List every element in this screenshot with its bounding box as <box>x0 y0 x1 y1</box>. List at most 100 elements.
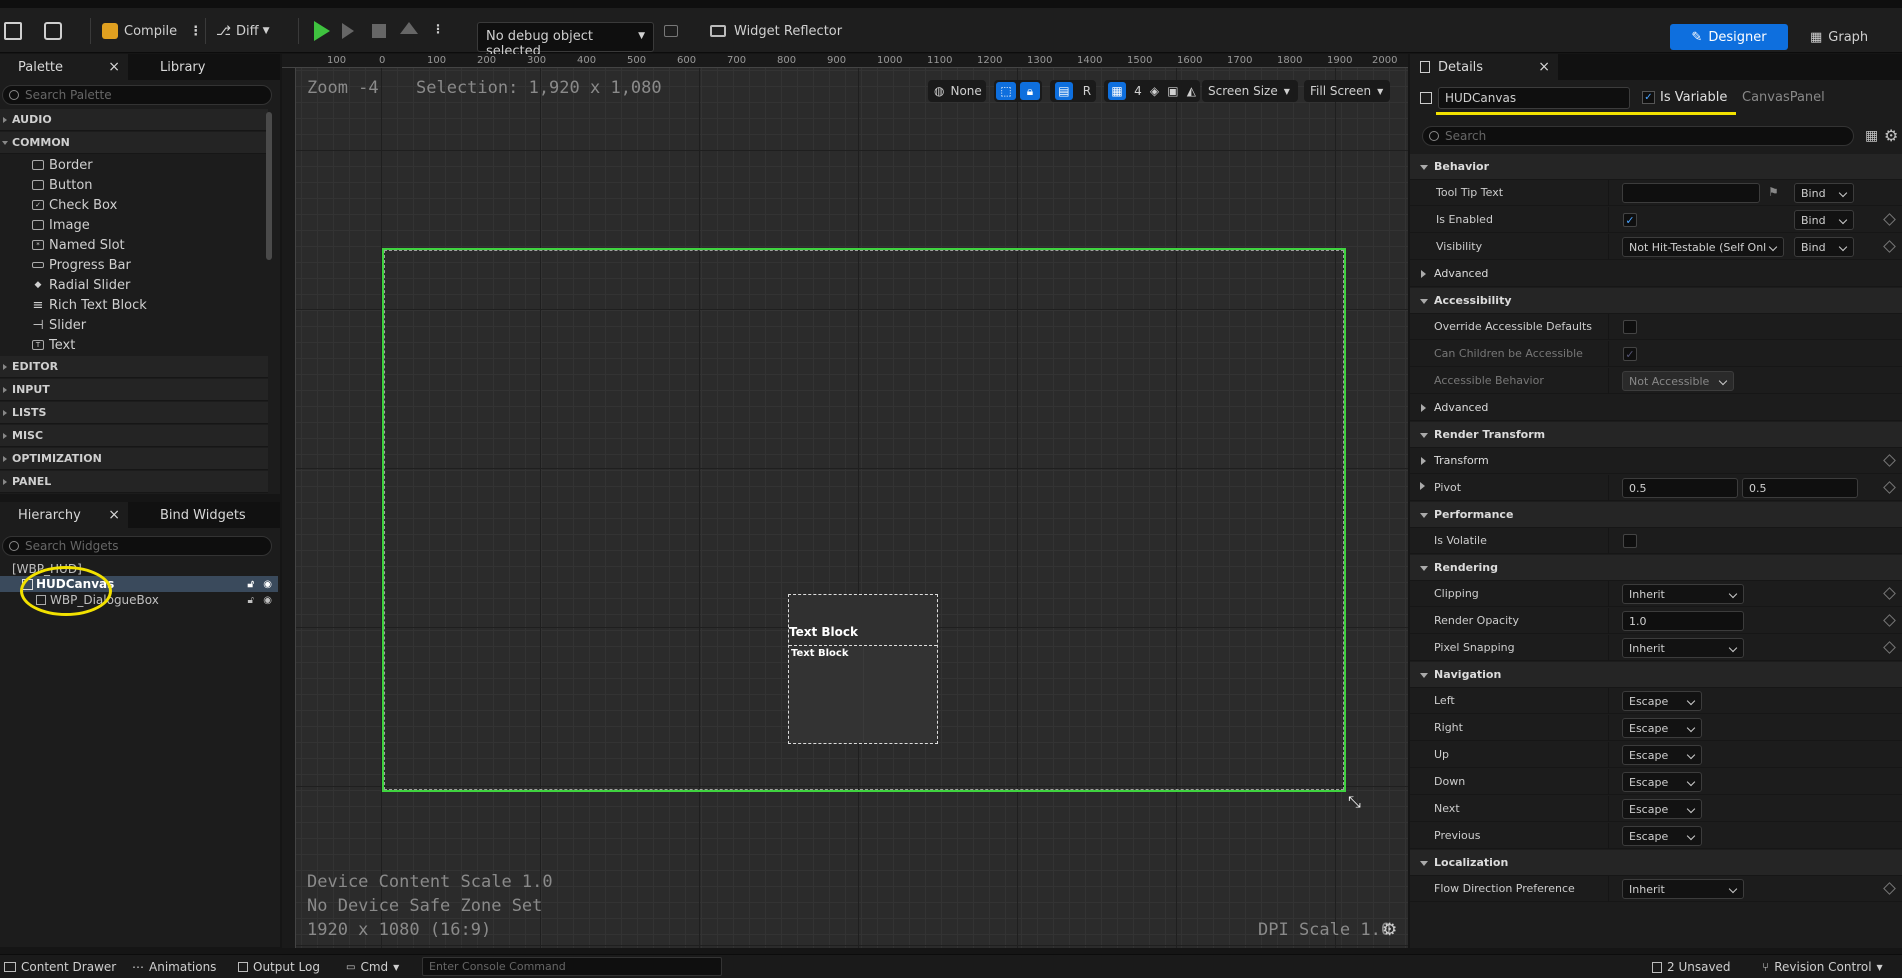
section-advanced[interactable]: Advanced <box>1410 395 1902 421</box>
lock-icon[interactable]: 🔓︎ <box>248 579 254 590</box>
text-block[interactable]: Text Block <box>789 625 858 639</box>
text-block[interactable]: Text Block <box>791 648 849 659</box>
category-misc[interactable]: MISC <box>0 425 268 447</box>
override-checkbox[interactable] <box>1623 320 1637 334</box>
eject-icon[interactable] <box>400 22 418 34</box>
layout-icon[interactable]: ▤ <box>1054 82 1073 100</box>
debug-object-select[interactable]: No debug object selected ▼ <box>477 22 654 59</box>
reset-diamond-icon[interactable] <box>1883 641 1896 654</box>
nav-left-dropdown[interactable]: Escape <box>1622 691 1702 711</box>
category-optimization[interactable]: OPTIMIZATION <box>0 448 268 470</box>
category-editor[interactable]: EDITOR <box>0 356 268 378</box>
nav-previous-dropdown[interactable]: Escape <box>1622 826 1702 846</box>
step-icon[interactable] <box>342 23 354 39</box>
bind-dropdown[interactable]: Bind <box>1794 183 1854 203</box>
content-drawer-button[interactable]: Content Drawer <box>4 960 116 974</box>
browse-icon[interactable] <box>44 22 62 40</box>
details-search-input[interactable]: Search <box>1422 126 1854 146</box>
reset-diamond-icon[interactable] <box>1883 240 1896 253</box>
nav-up-dropdown[interactable]: Escape <box>1622 745 1702 765</box>
category-panel[interactable]: PANEL <box>0 471 268 493</box>
flag-icon[interactable]: ⚑ <box>1768 185 1779 199</box>
section-behavior[interactable]: Behavior <box>1410 154 1902 180</box>
dashed-outline-icon[interactable]: ⬚ <box>996 82 1016 100</box>
section-rendering[interactable]: Rendering <box>1410 555 1902 581</box>
save-icon[interactable] <box>4 22 22 40</box>
palette-search-input[interactable]: Search Palette <box>2 85 272 105</box>
flow-direction-dropdown[interactable]: Inherit <box>1622 879 1744 899</box>
gear-icon[interactable]: ⚙ <box>1382 920 1397 940</box>
palette-item-radial-slider[interactable]: ◆ Radial Slider <box>32 275 131 295</box>
category-input[interactable]: INPUT <box>0 379 268 401</box>
category-common[interactable]: COMMON <box>0 132 268 154</box>
expand-arrow-icon[interactable] <box>1420 482 1425 490</box>
play-icon[interactable] <box>314 21 330 41</box>
widget-name-input[interactable]: HUDCanvas <box>1438 87 1630 109</box>
palette-scrollbar[interactable] <box>266 112 272 260</box>
compile-button[interactable]: Compile ⋮ <box>102 17 202 45</box>
reset-diamond-icon[interactable] <box>1883 481 1896 494</box>
pivot-x-input[interactable]: 0.5 <box>1622 478 1738 498</box>
is-enabled-checkbox[interactable]: ✓ <box>1623 213 1637 227</box>
designer-canvas[interactable]: 100 0 100 200 300 400 500 600 700 800 90… <box>282 54 1408 948</box>
category-lists[interactable]: LISTS <box>0 402 268 424</box>
nav-right-dropdown[interactable]: Escape <box>1622 718 1702 738</box>
eye-icon[interactable]: ◉ <box>263 595 272 606</box>
palette-item-button[interactable]: Button <box>32 175 93 195</box>
pixel-snapping-dropdown[interactable]: Inherit <box>1622 638 1744 658</box>
eye-icon[interactable]: ◉ <box>263 579 272 590</box>
cmd-dropdown[interactable]: ▭ Cmd ▼ <box>346 960 399 974</box>
section-render-transform[interactable]: Render Transform <box>1410 422 1902 448</box>
localization-preview-button[interactable]: ◍ None <box>928 80 986 102</box>
table-view-icon[interactable]: ▦ <box>1865 128 1878 144</box>
reset-diamond-icon[interactable] <box>1883 213 1896 226</box>
visibility-dropdown[interactable]: Not Hit-Testable (Self Onl <box>1622 237 1784 257</box>
console-input[interactable]: Enter Console Command <box>422 957 722 976</box>
tab-library[interactable]: Library <box>140 54 205 80</box>
graph-mode-button[interactable]: ▦ Graph <box>1810 24 1868 50</box>
reset-diamond-icon[interactable] <box>1883 454 1896 467</box>
debug-filter-icon[interactable] <box>664 25 678 37</box>
nav-next-dropdown[interactable]: Escape <box>1622 799 1702 819</box>
compile-options-icon[interactable]: ⋮ <box>189 24 202 39</box>
fill-screen-dropdown[interactable]: Fill Screen ▼ <box>1304 80 1390 102</box>
close-icon[interactable]: × <box>108 59 120 75</box>
tab-bind-widgets[interactable]: Bind Widgets <box>140 502 246 528</box>
palette-item-border[interactable]: Border <box>32 155 93 175</box>
section-localization[interactable]: Localization <box>1410 850 1902 876</box>
section-performance[interactable]: Performance <box>1410 502 1902 528</box>
bind-dropdown[interactable]: Bind <box>1794 237 1854 257</box>
bind-dropdown[interactable]: Bind <box>1794 210 1854 230</box>
is-variable-checkbox[interactable]: ✓ Is Variable <box>1642 90 1727 105</box>
palette-item-slider[interactable]: ⊣ Slider <box>32 315 86 335</box>
diff-button[interactable]: ⎇ Diff ▼ <box>216 17 270 45</box>
tooltip-input[interactable] <box>1622 183 1760 203</box>
gear-icon[interactable]: ⚙ <box>1884 126 1898 145</box>
dialoguebox-widget[interactable]: Text Block Text Block <box>788 594 938 744</box>
hierarchy-search-input[interactable]: Search Widgets <box>2 536 272 556</box>
resize-handle-icon[interactable]: ⤡ <box>1348 792 1361 812</box>
close-icon[interactable]: × <box>108 507 120 523</box>
image-icon[interactable]: ▣ <box>1167 84 1178 98</box>
palette-item-rich-text-block[interactable]: ≡ Rich Text Block <box>32 295 147 315</box>
grid-icon[interactable]: ▦ <box>1108 82 1127 100</box>
stop-icon[interactable] <box>372 24 386 38</box>
animations-button[interactable]: ⋯ Animations <box>132 960 216 974</box>
scale-icon[interactable]: ◈ <box>1150 84 1159 98</box>
tab-palette[interactable]: Palette × <box>0 54 128 80</box>
reset-diamond-icon[interactable] <box>1883 882 1896 895</box>
flip-icon[interactable]: ◭ <box>1187 84 1196 98</box>
is-volatile-checkbox[interactable] <box>1623 534 1637 548</box>
clipping-dropdown[interactable]: Inherit <box>1622 584 1744 604</box>
palette-item-progress-bar[interactable]: Progress Bar <box>32 255 131 275</box>
lock-icon[interactable]: 🔒︎ <box>1020 82 1040 100</box>
widget-reflector-button[interactable]: Widget Reflector <box>710 17 842 45</box>
reset-diamond-icon[interactable] <box>1883 587 1896 600</box>
lock-icon[interactable]: 🔓︎ <box>248 595 254 606</box>
category-audio[interactable]: AUDIO <box>0 109 268 131</box>
nav-down-dropdown[interactable]: Escape <box>1622 772 1702 792</box>
section-navigation[interactable]: Navigation <box>1410 662 1902 688</box>
grid-snap-value[interactable]: 4 <box>1134 84 1142 98</box>
pivot-y-input[interactable]: 0.5 <box>1742 478 1858 498</box>
designer-mode-button[interactable]: ✎ Designer <box>1670 24 1788 50</box>
